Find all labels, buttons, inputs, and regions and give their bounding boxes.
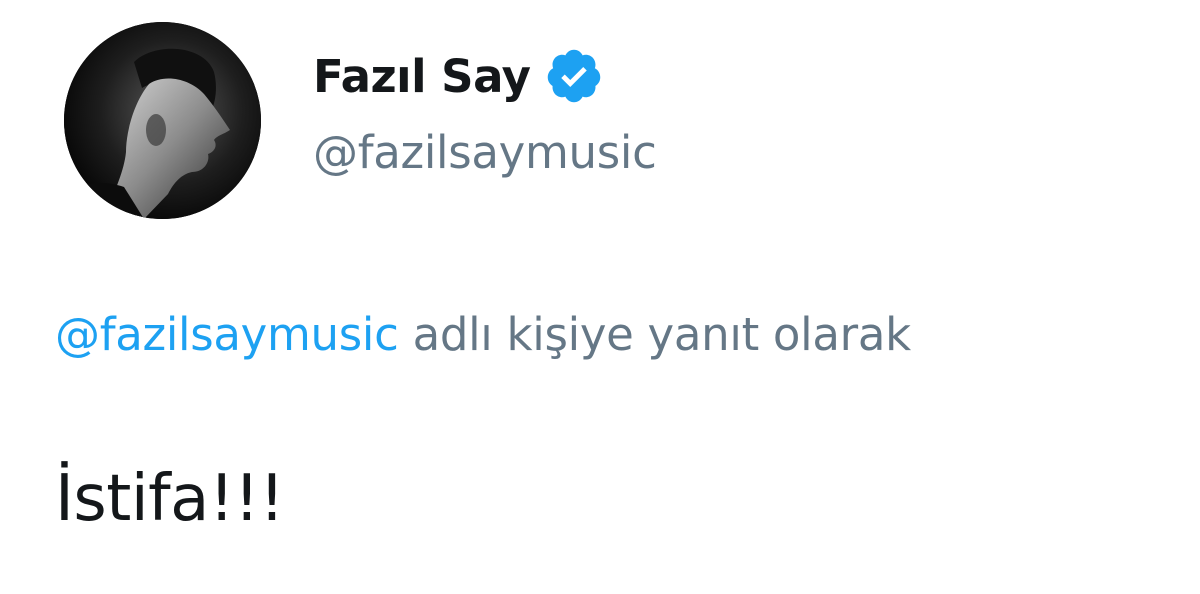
author-handle[interactable]: @fazilsaymusic: [313, 126, 657, 179]
author-display-name[interactable]: Fazıl Say: [313, 50, 531, 103]
verified-badge-icon: [544, 46, 604, 106]
profile-photo: [64, 22, 261, 219]
reply-to-handle-link[interactable]: @fazilsaymusic: [55, 308, 399, 361]
author-name-row: Fazıl Say: [313, 44, 604, 108]
reply-context-label: adlı kişiye yanıt olarak: [412, 308, 912, 361]
avatar[interactable]: [64, 22, 261, 219]
tweet-text: İstifa!!!: [55, 462, 285, 536]
tweet-card: Fazıl Say @fazilsaymusic @fazilsaymusic …: [0, 0, 1200, 594]
reply-context: @fazilsaymusic adlı kişiye yanıt olarak: [55, 308, 911, 361]
